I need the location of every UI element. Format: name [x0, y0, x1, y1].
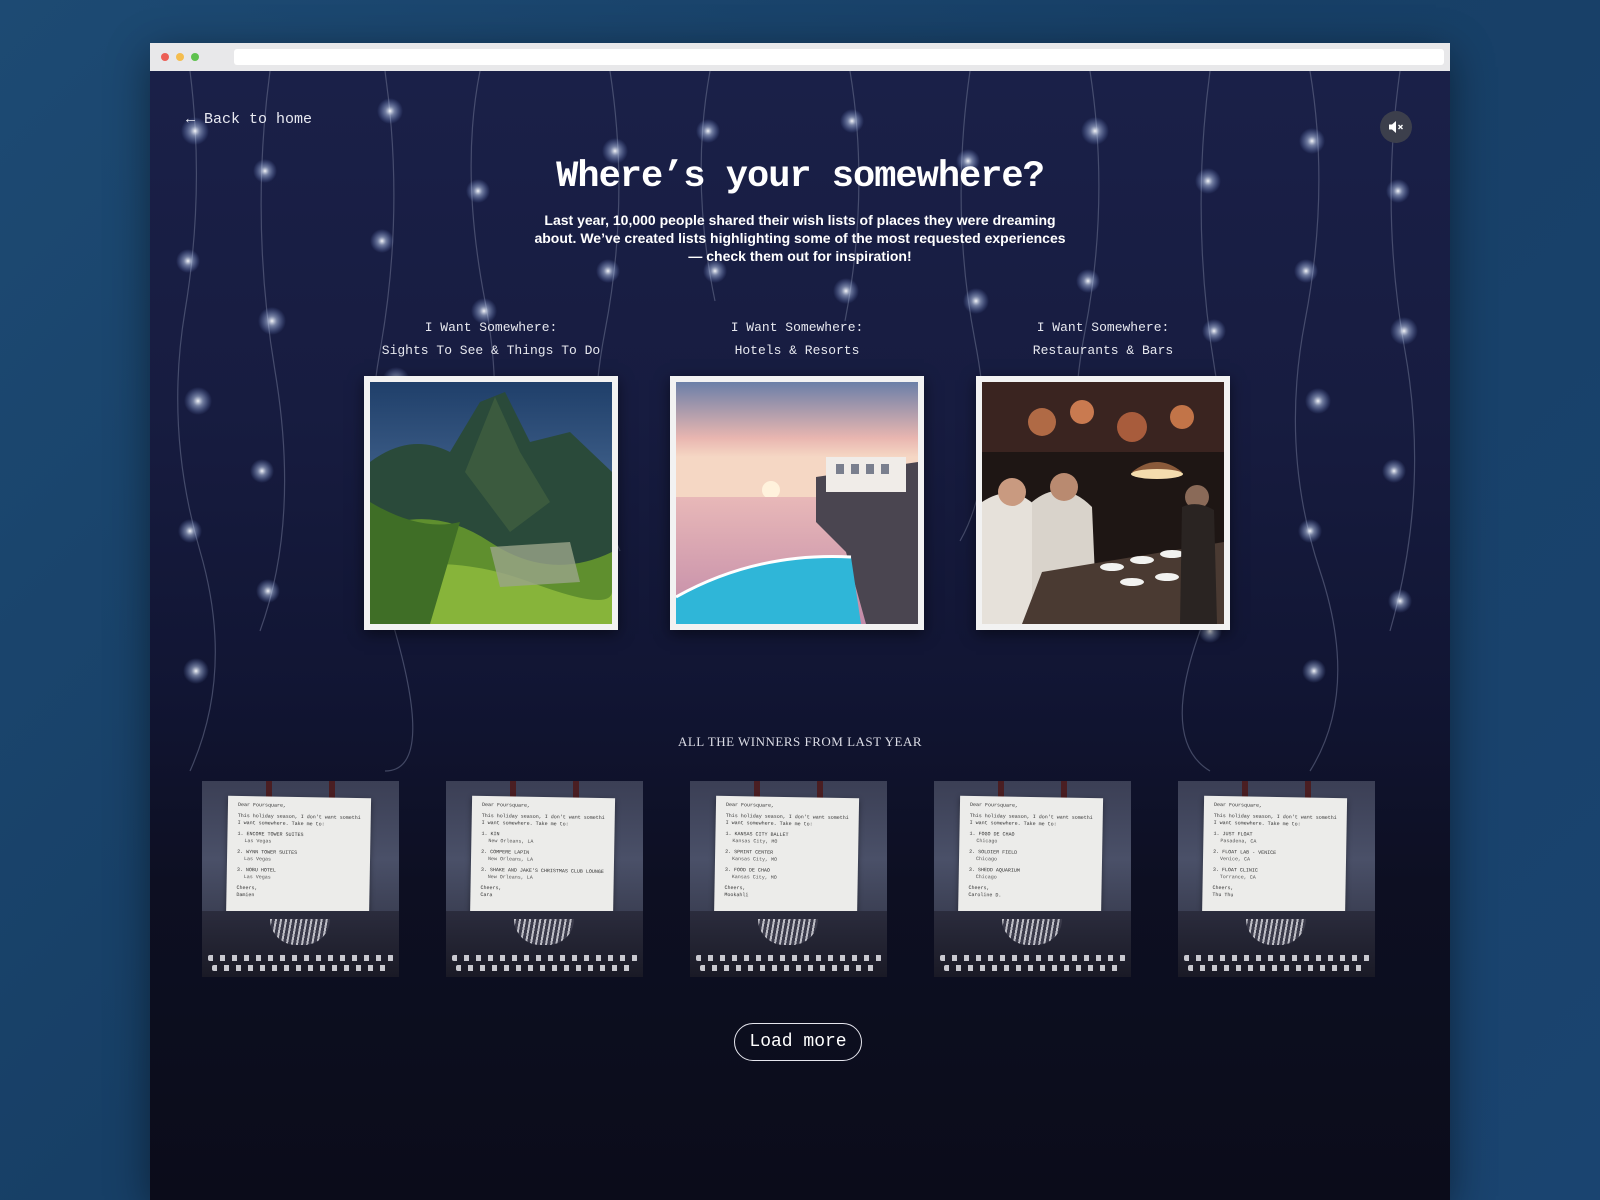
typebar-fan: [270, 919, 330, 945]
winner-letter-card[interactable]: Dear Foursquare, This holiday season, I d…: [934, 781, 1131, 977]
winner-letter-card[interactable]: Dear Foursquare, This holiday season, I d…: [1178, 781, 1375, 977]
typebar-fan: [758, 919, 818, 945]
typewriter-illustration: [446, 911, 643, 977]
category-title-line2: Sights To See & Things To Do: [381, 343, 601, 358]
letter-signature: Mookahli: [724, 891, 749, 899]
category-title-line1: I Want Somewhere:: [730, 320, 864, 335]
typewriter-illustration: [934, 911, 1131, 977]
browser-window: ← Back to home Where’s your somewhere? L…: [150, 43, 1450, 1200]
winners-heading: ALL THE WINNERS FROM LAST YEAR: [677, 734, 923, 749]
category-title-line1: I Want Somewhere:: [424, 320, 558, 335]
category-image-frame: [976, 376, 1230, 630]
typebar-fan: [514, 919, 574, 945]
typewriter-keys: [944, 965, 1122, 971]
letter-signature: Damien: [236, 891, 255, 899]
letter-signature: Caroline D.: [968, 891, 1002, 899]
wish-list-letter: Dear Foursquare, This holiday season, I d…: [957, 795, 1104, 927]
typewriter-keys: [700, 965, 878, 971]
typewriter-illustration: [690, 911, 887, 977]
category-title: I Want Somewhere: Hotels & Resorts: [670, 316, 924, 362]
typewriter-keys: [208, 955, 394, 961]
typewriter-keys: [212, 965, 390, 971]
category-image-frame: [364, 376, 618, 630]
wish-list-letter: Dear Foursquare, This holiday season, I d…: [469, 795, 616, 927]
page-content: ← Back to home Where’s your somewhere? L…: [150, 71, 1450, 1200]
wish-list-letter: Dear Foursquare, This holiday season, I d…: [225, 795, 372, 927]
page-title: Where’s your somewhere?: [556, 156, 1045, 198]
typewriter-keys: [452, 955, 638, 961]
close-window-dot[interactable]: [161, 53, 169, 61]
typewriter-keys: [456, 965, 634, 971]
typewriter-illustration: [202, 911, 399, 977]
letter-signature: Thu Thu: [1212, 891, 1234, 899]
winner-letter-card[interactable]: Dear Foursquare, This holiday season, I d…: [690, 781, 887, 977]
winner-letter-card[interactable]: Dear Foursquare, This holiday season, I d…: [202, 781, 399, 977]
wish-list-letter: Dear Foursquare, This holiday season, I d…: [713, 795, 860, 927]
winner-letter-card[interactable]: Dear Foursquare, This holiday season, I d…: [446, 781, 643, 977]
category-title-line2: Hotels & Resorts: [734, 343, 860, 358]
typewriter-keys: [1188, 965, 1366, 971]
typewriter-keys: [696, 955, 882, 961]
cliffside-resort-pool-photo: [675, 382, 918, 624]
wish-list-letter: Dear Foursquare, This holiday season, I d…: [1201, 795, 1348, 927]
letter-signature: Cara: [480, 891, 493, 899]
restaurant-kitchen-chefs-photo: [982, 382, 1224, 624]
minimize-window-dot[interactable]: [176, 53, 184, 61]
load-more-button[interactable]: Load more: [734, 1023, 862, 1061]
typewriter-keys: [940, 955, 1126, 961]
category-image-frame: [670, 376, 924, 630]
category-title-line1: I Want Somewhere:: [1036, 320, 1170, 335]
maximize-window-dot[interactable]: [191, 53, 199, 61]
back-to-home-link[interactable]: ← Back to home: [186, 111, 312, 128]
intro-text: Last year, 10,000 people shared their wi…: [534, 212, 1066, 264]
category-title-line2: Restaurants & Bars: [1032, 343, 1174, 358]
category-title: I Want Somewhere: Sights To See & Things…: [364, 316, 618, 362]
mute-button[interactable]: [1380, 111, 1412, 143]
category-card-sights[interactable]: I Want Somewhere: Sights To See & Things…: [364, 316, 618, 630]
typewriter-keys: [1184, 955, 1370, 961]
address-bar[interactable]: [234, 49, 1444, 65]
category-title: I Want Somewhere: Restaurants & Bars: [976, 316, 1230, 362]
browser-chrome: [150, 43, 1450, 72]
typebar-fan: [1246, 919, 1306, 945]
typewriter-illustration: [1178, 911, 1375, 977]
category-card-hotels[interactable]: I Want Somewhere: Hotels & Resorts: [670, 316, 924, 630]
speaker-muted-icon: [1389, 121, 1403, 133]
category-card-restaurants[interactable]: I Want Somewhere: Restaurants & Bars: [976, 316, 1230, 630]
typebar-fan: [1002, 919, 1062, 945]
machu-picchu-photo: [370, 382, 612, 624]
